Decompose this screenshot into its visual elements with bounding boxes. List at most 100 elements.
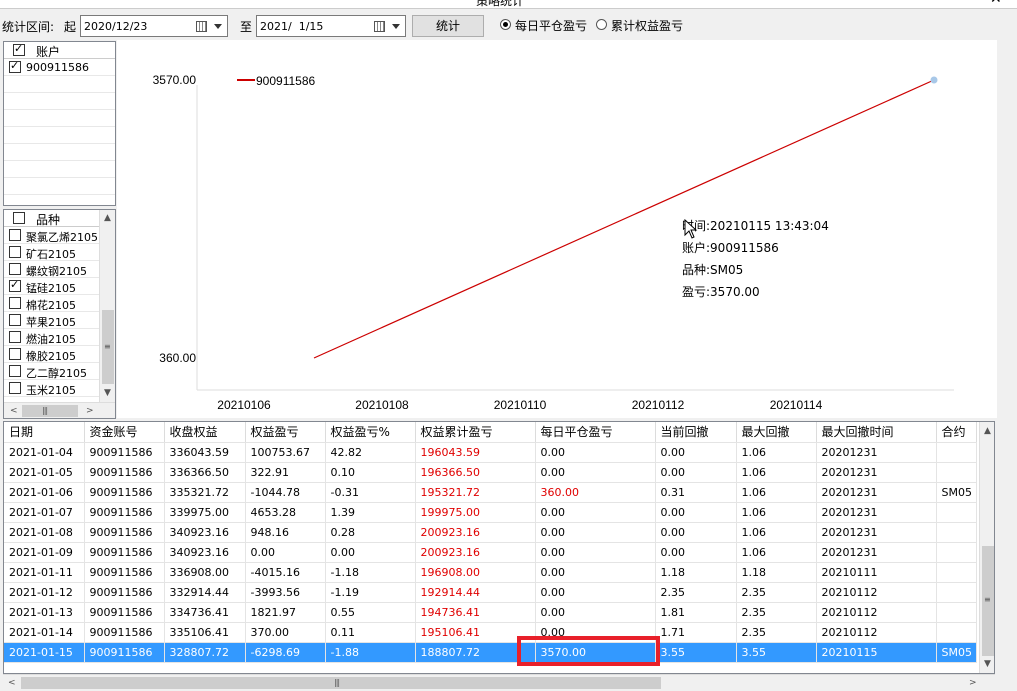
table-cell: 20201231 [816,442,937,463]
product-item[interactable]: 玉米2105 [4,380,99,397]
product-item[interactable]: 燃油2105 [4,329,99,346]
radio-daily-icon[interactable] [500,19,511,30]
account-list-header[interactable]: 账户 [4,42,115,59]
product-checkbox[interactable] [9,382,21,394]
product-checkbox[interactable] [9,263,21,275]
table-row[interactable]: 2021-01-05 900911586 336366.50 322.91 0.10 19… [4,462,977,483]
scroll-thumb[interactable] [22,405,78,417]
product-list-vscrollbar[interactable]: ▲ ≡ ▼ [99,210,115,402]
account-checkbox[interactable] [9,59,21,73]
table-cell: -0.31 [325,482,416,503]
product-checkbox[interactable] [9,365,21,377]
product-item[interactable]: 聚氯乙烯2105 [4,227,99,244]
table-row[interactable]: 2021-01-14 900911586 335106.41 370.00 0.11 19… [4,622,977,643]
table-row[interactable]: 2021-01-06 900911586 335321.72 -1044.78 -0.3… [4,482,977,503]
table-cell: 1.39 [325,502,416,523]
column-header[interactable]: 最大回撤时间 [816,422,937,443]
product-item[interactable]: 橡胶2105 [4,346,99,363]
column-header[interactable]: 最大回撤 [736,422,817,443]
table-row[interactable]: 2021-01-07 900911586 339975.00 4653.28 1.39 1… [4,502,977,523]
column-header[interactable]: 当前回撤 [655,422,737,443]
highlighted-point [930,76,938,84]
table-cell: 0.31 [655,482,737,503]
table-cell: 900911586 [84,562,165,583]
product-item[interactable]: 苹果2105 [4,312,99,329]
table-hscrollbar[interactable]: < ||| > [3,674,995,691]
product-item[interactable]: 乙二醇2105 [4,363,99,380]
account-list[interactable]: 账户 900911586 [3,41,116,206]
scroll-left-icon[interactable]: < [10,406,18,416]
column-header[interactable]: 日期 [4,422,85,443]
product-item[interactable]: 螺纹钢2105 [4,261,99,278]
table-cell: 336366.50 [164,462,246,483]
column-header[interactable]: 权益盈亏% [325,422,416,443]
account-item[interactable]: 900911586 [4,59,115,76]
product-checkbox[interactable] [9,314,21,326]
chevron-down-icon[interactable] [214,24,222,29]
scroll-right-icon[interactable]: > [969,678,977,688]
stat-button[interactable]: 统计 [412,15,484,37]
start-date-picker[interactable]: 2020/12/23 [80,15,228,37]
table-row[interactable]: 2021-01-13 900911586 334736.41 1821.97 0.55 1… [4,602,977,623]
stats-table[interactable]: 日期 资金账号 收盘权益 权益盈亏 权益盈亏% 权益累计盈亏 每日平仓盈亏 当前回撤 最大回撤最… [3,421,995,674]
product-item[interactable]: 锰硅2105 [4,278,99,295]
product-checkbox[interactable] [9,331,21,343]
range-label: 统计区间: [2,20,55,34]
table-cell: 322.91 [245,462,326,483]
column-header[interactable]: 合约 [936,422,977,443]
table-cell: 340923.16 [164,542,246,563]
product-list-hscrollbar[interactable]: < ||| > [4,402,115,418]
table-cell: 0.00 [535,502,656,523]
table-row[interactable]: 2021-01-08 900911586 340923.16 948.16 0.28 20… [4,522,977,543]
product-item[interactable]: 棉花2105 [4,295,99,312]
calendar-icon[interactable] [374,21,385,32]
table-row[interactable]: 2021-01-09 900911586 340923.16 0.00 0.00 2009… [4,542,977,563]
table-cell: 336908.00 [164,562,246,583]
column-header[interactable]: 资金账号 [84,422,165,443]
to-label: 至 [240,20,253,34]
select-all-accounts-checkbox[interactable] [13,42,25,56]
radio-daily-pnl[interactable]: 每日平仓盈亏 [500,16,600,36]
end-date-picker[interactable]: 2021/ 1/15 [256,15,406,37]
table-cell: -3993.56 [245,582,326,603]
table-cell: 20210112 [816,622,937,643]
product-checkbox[interactable] [9,348,21,360]
close-icon[interactable]: ✕ [990,0,1002,7]
table-row[interactable]: 2021-01-11 900911586 336908.00 -4015.16 -1.1… [4,562,977,583]
column-header[interactable]: 每日平仓盈亏 [535,422,656,443]
column-header[interactable]: 权益累计盈亏 [415,422,536,443]
column-header[interactable]: 收盘权益 [164,422,246,443]
scroll-up-icon[interactable]: ▲ [984,426,991,436]
table-cell: 336043.59 [164,442,246,463]
calendar-icon[interactable] [196,21,207,32]
table-row[interactable]: 2021-01-12 900911586 332914.44 -3993.56 -1.1… [4,582,977,603]
table-cell: 2021-01-12 [4,582,85,603]
x-tick-label: 20210112 [632,398,685,412]
table-cell: -1.88 [325,642,416,663]
empty-row [4,93,115,110]
table-cell: 20210111 [816,562,937,583]
product-list[interactable]: 品种 聚氯乙烯2105矿石2105螺纹钢2105锰硅2105棉花2105苹果21… [3,209,116,419]
table-vscrollbar[interactable]: ▲ ≡ ▼ [979,422,994,673]
table-cell: 0.00 [245,542,326,563]
y-tick-label: 3570.00 [153,73,197,87]
scroll-left-icon[interactable]: < [8,678,16,688]
table-cell: 0.10 [325,462,416,483]
product-item[interactable]: 矿石2105 [4,244,99,261]
chevron-down-icon[interactable] [392,24,400,29]
radio-cumulative-pnl[interactable]: 累计权益盈亏 [596,16,696,36]
table-cell: 196366.50 [415,462,536,483]
table-cell: 100753.67 [245,442,326,463]
table-row[interactable]: 2021-01-04 900911586 336043.59 100753.67 42.… [4,442,977,463]
product-checkbox[interactable] [9,297,21,309]
product-checkbox[interactable] [9,229,21,241]
radio-cumulative-icon[interactable] [596,19,607,30]
column-header[interactable]: 权益盈亏 [245,422,326,443]
table-row[interactable]: 2021-01-15 900911586 328807.72 -6298.69 -1.8… [4,642,977,663]
scroll-right-icon[interactable]: > [86,406,94,416]
scroll-down-icon[interactable]: ▼ [984,659,991,669]
product-checkbox[interactable] [9,246,21,258]
table-cell: 339975.00 [164,502,246,523]
scroll-thumb[interactable] [21,677,661,689]
product-checkbox[interactable] [9,278,21,292]
